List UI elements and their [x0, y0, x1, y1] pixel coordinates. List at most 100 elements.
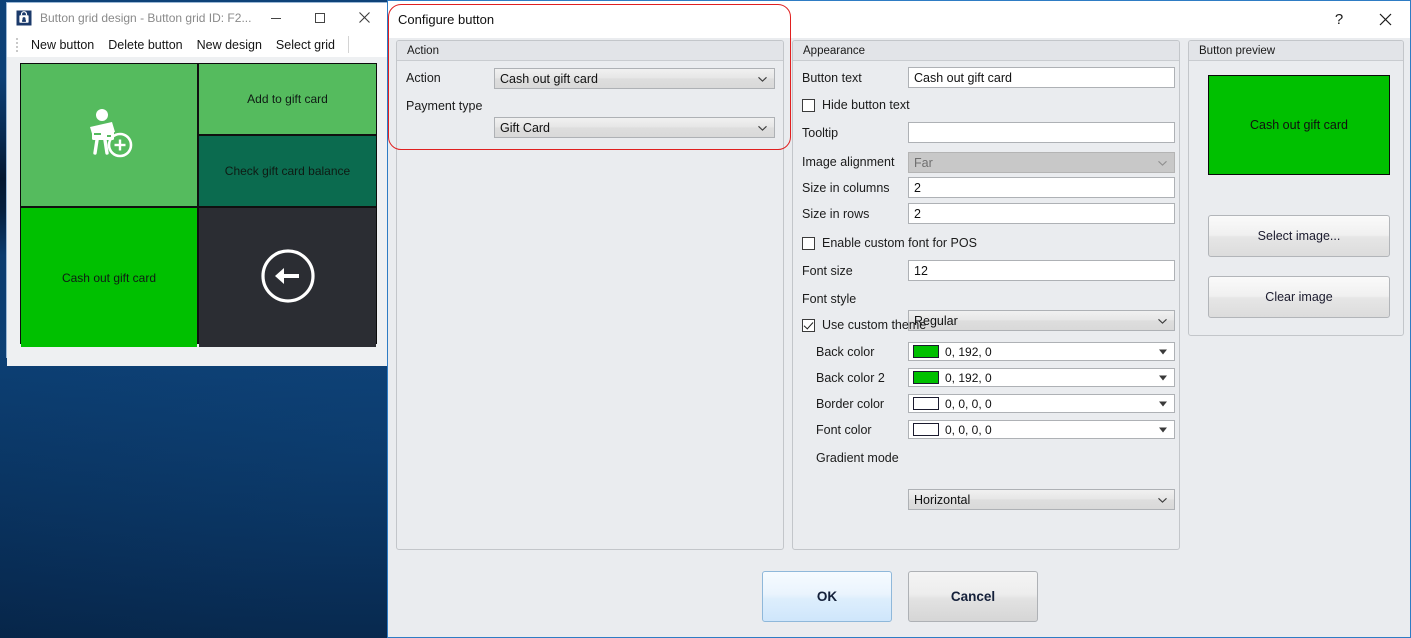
app-icon [16, 10, 32, 26]
font-style-combobox[interactable]: Regular [908, 310, 1175, 331]
size-in-columns-row: Size in columns [802, 181, 890, 195]
border-color-label: Border color [816, 397, 885, 411]
person-with-card-plus-icon [76, 101, 142, 170]
dropdown-arrow-icon [1159, 349, 1167, 354]
menubar-separator [347, 36, 349, 53]
button-preview-label: Cash out gift card [1250, 118, 1348, 132]
grid-tile-add-to-gift-card[interactable]: Add to gift card [199, 64, 376, 134]
image-alignment-row: Image alignment [802, 155, 894, 169]
menu-item-new-design[interactable]: New design [190, 35, 269, 55]
ok-button-label: OK [816, 589, 838, 604]
maximize-button[interactable] [299, 3, 341, 32]
dialog-titlebar: Configure button ? [388, 1, 1410, 38]
back-color2-combobox[interactable]: 0, 192, 0 [908, 368, 1175, 387]
button-grid-design-window: Button grid design - Button grid ID: F2.… [6, 2, 388, 366]
hide-button-text-label: Hide button text [822, 98, 910, 112]
help-label: ? [1334, 11, 1344, 28]
back-color-row: Back color [802, 345, 874, 359]
enable-custom-font-checkbox-row[interactable]: Enable custom font for POS [802, 236, 977, 250]
menu-item-new-button[interactable]: New button [24, 35, 101, 55]
cancel-button[interactable]: Cancel [908, 571, 1038, 622]
help-icon[interactable]: ? [1316, 1, 1362, 38]
grid-tile-check-gift-card-balance[interactable]: Check gift card balance [199, 136, 376, 206]
select-image-button[interactable]: Select image... [1208, 215, 1390, 257]
back-color-value: 0, 192, 0 [945, 344, 992, 359]
action-row: Action [406, 71, 441, 85]
border-color-row: Border color [802, 397, 884, 411]
chevron-down-icon [1157, 315, 1168, 326]
gradient-mode-label: Gradient mode [816, 451, 899, 465]
back-color-label: Back color [816, 345, 875, 359]
font-color-label: Font color [816, 423, 872, 437]
enable-custom-font-label: Enable custom font for POS [822, 236, 977, 250]
back-color2-label: Back color 2 [816, 371, 885, 385]
menubar-grip-icon [13, 37, 21, 53]
image-alignment-label: Image alignment [802, 155, 895, 169]
size-in-rows-input[interactable]: 2 [908, 203, 1175, 224]
hide-button-text-checkbox[interactable] [802, 98, 815, 112]
clear-image-button[interactable]: Clear image [1208, 276, 1390, 318]
chevron-down-icon [1157, 494, 1168, 505]
font-color-combobox[interactable]: 0, 0, 0, 0 [908, 420, 1175, 439]
font-style-row: Font style [802, 292, 856, 306]
font-size-input[interactable]: 12 [908, 260, 1175, 281]
payment-type-combobox[interactable]: Gift Card [494, 117, 775, 138]
action-group-header: Action [397, 41, 783, 61]
gradient-mode-row: Gradient mode [802, 451, 899, 465]
border-color-combobox[interactable]: 0, 0, 0, 0 [908, 394, 1175, 413]
button-preview-header: Button preview [1189, 41, 1403, 61]
grid-tile-add-gift-card-icon[interactable] [21, 64, 197, 206]
back-arrow-icon [255, 243, 321, 312]
tooltip-label: Tooltip [802, 126, 839, 140]
payment-type-combobox-value: Gift Card [500, 120, 551, 135]
close-button[interactable] [343, 3, 385, 32]
menu-item-select-grid[interactable]: Select grid [269, 35, 342, 55]
back-color-swatch [913, 345, 939, 358]
gradient-mode-combobox-value: Horizontal [914, 492, 971, 507]
appearance-group-panel: Appearance Button text Cash out gift car… [792, 40, 1180, 550]
use-custom-theme-checkbox-row[interactable]: Use custom theme [802, 318, 926, 332]
dropdown-arrow-icon [1159, 401, 1167, 406]
size-in-columns-input[interactable]: 2 [908, 177, 1175, 198]
enable-custom-font-checkbox[interactable] [802, 236, 815, 250]
close-icon[interactable] [1362, 1, 1408, 38]
grid-tile-cash-out-gift-card[interactable]: Cash out gift card [21, 208, 197, 347]
appearance-group-header: Appearance [793, 41, 1179, 61]
size-in-columns-input-value: 2 [914, 180, 921, 195]
action-combobox[interactable]: Cash out gift card [494, 68, 775, 89]
font-size-input-value: 12 [914, 263, 928, 278]
chevron-down-icon [1157, 157, 1168, 168]
configure-button-dialog: Configure button ? Action Action Cash ou… [387, 0, 1411, 638]
use-custom-theme-label: Use custom theme [822, 318, 927, 332]
dialog-title: Configure button [398, 12, 495, 27]
button-text-input[interactable]: Cash out gift card [908, 67, 1175, 88]
font-style-label: Font style [802, 292, 857, 306]
use-custom-theme-checkbox[interactable] [802, 318, 815, 332]
grid-tile-label: Check gift card balance [224, 164, 351, 178]
grid-tile-label: Cash out gift card [61, 270, 157, 285]
ok-button[interactable]: OK [762, 571, 892, 622]
minimize-button[interactable] [255, 3, 297, 32]
gradient-mode-combobox[interactable]: Horizontal [908, 489, 1175, 510]
tooltip-input[interactable] [908, 122, 1175, 143]
dropdown-arrow-icon [1159, 375, 1167, 380]
grid-tile-back[interactable] [199, 208, 376, 347]
back-color2-row: Back color 2 [802, 371, 885, 385]
back-color2-swatch [913, 371, 939, 384]
font-color-swatch [913, 423, 939, 436]
size-in-rows-label: Size in rows [802, 207, 870, 221]
chevron-down-icon [757, 73, 768, 84]
hide-button-text-checkbox-row[interactable]: Hide button text [802, 98, 910, 112]
font-color-row: Font color [802, 423, 872, 437]
menu-item-delete-button[interactable]: Delete button [101, 35, 189, 55]
back-color-combobox[interactable]: 0, 192, 0 [908, 342, 1175, 361]
button-text-label: Button text [802, 71, 862, 85]
action-label: Action [406, 71, 441, 85]
window-menubar: New button Delete button New design Sele… [7, 32, 387, 57]
window-title: Button grid design - Button grid ID: F2.… [40, 10, 252, 25]
dropdown-arrow-icon [1159, 427, 1167, 432]
back-color2-value: 0, 192, 0 [945, 370, 992, 385]
border-color-value: 0, 0, 0, 0 [945, 396, 992, 411]
font-size-row: Font size [802, 264, 853, 278]
image-alignment-combobox: Far [908, 152, 1175, 173]
